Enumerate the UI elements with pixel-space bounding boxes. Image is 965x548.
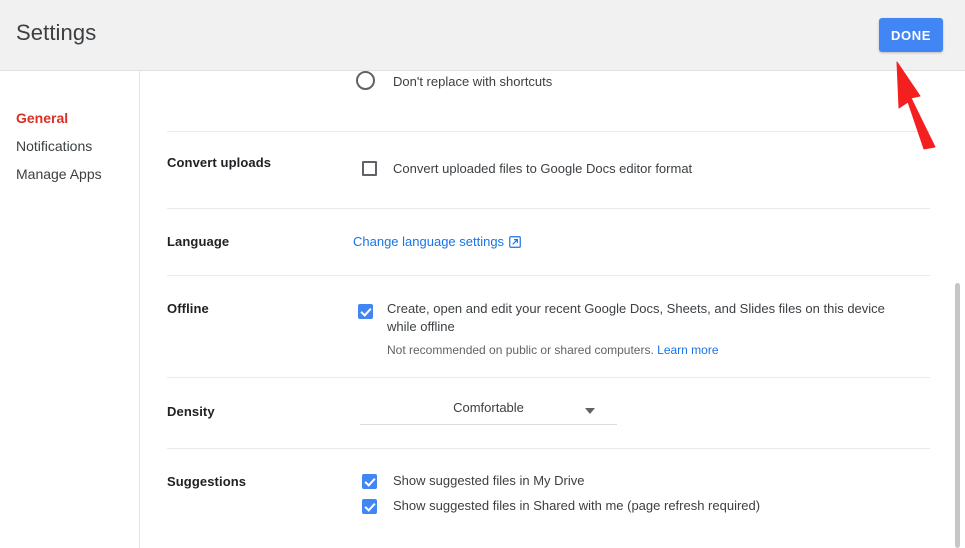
row-label-density: Density <box>167 404 215 419</box>
row-suggestion-shortcuts: Don't replace with shortcuts <box>141 71 965 132</box>
settings-dialog: Settings DONE General Notifications Mana… <box>0 0 965 548</box>
radio-dont-replace-with-shortcuts[interactable] <box>356 71 375 90</box>
option-label-suggestions-my-drive: Show suggested files in My Drive <box>393 473 585 488</box>
checkbox-offline[interactable] <box>358 304 373 319</box>
scrollbar-thumb[interactable] <box>955 283 960 548</box>
dialog-body: General Notifications Manage Apps Don't … <box>0 71 965 548</box>
row-convert-uploads: Convert uploads Convert uploaded files t… <box>141 131 965 209</box>
sidebar-item-general[interactable]: General <box>0 104 139 132</box>
checkbox-suggestions-my-drive[interactable] <box>362 474 377 489</box>
settings-sidebar: General Notifications Manage Apps <box>0 71 140 548</box>
settings-content: Don't replace with shortcuts Convert upl… <box>141 71 965 529</box>
option-label-suggestions-shared-with-me: Show suggested files in Shared with me (… <box>393 498 761 513</box>
row-label-suggestions: Suggestions <box>167 474 247 489</box>
done-button[interactable]: DONE <box>879 18 943 52</box>
row-label-convert-uploads: Convert uploads <box>167 155 272 170</box>
offline-learn-more-link[interactable]: Learn more <box>657 343 718 357</box>
row-offline: Offline Create, open and edit your recen… <box>141 276 965 378</box>
checkbox-suggestions-shared-with-me[interactable] <box>362 499 377 514</box>
change-language-settings-link[interactable]: Change language settings <box>353 233 521 253</box>
chevron-down-icon <box>585 408 595 414</box>
change-language-settings-label: Change language settings <box>353 234 505 249</box>
density-select[interactable]: Comfortable <box>360 396 617 425</box>
row-label-language: Language <box>167 234 230 249</box>
sidebar-item-notifications[interactable]: Notifications <box>0 132 139 160</box>
offline-note-text: Not recommended on public or shared comp… <box>387 343 654 357</box>
checkbox-convert-uploads[interactable] <box>362 161 377 176</box>
vertical-scrollbar[interactable] <box>950 71 965 548</box>
page-title: Settings <box>16 20 97 45</box>
dialog-header: Settings DONE <box>0 0 965 71</box>
row-suggestions: Suggestions Show suggested files in My D… <box>141 449 965 529</box>
external-link-icon <box>509 235 521 253</box>
offline-note: Not recommended on public or shared comp… <box>387 342 719 358</box>
settings-content-pane: Don't replace with shortcuts Convert upl… <box>141 71 965 548</box>
sidebar-item-manage-apps[interactable]: Manage Apps <box>0 160 139 188</box>
row-language: Language Change language settings <box>141 209 965 276</box>
row-label-offline: Offline <box>167 301 209 316</box>
row-density: Density Comfortable <box>141 378 965 449</box>
option-label-dont-replace-with-shortcuts: Don't replace with shortcuts <box>393 74 553 89</box>
option-label-convert-uploads: Convert uploaded files to Google Docs ed… <box>393 161 693 176</box>
option-label-offline: Create, open and edit your recent Google… <box>387 301 885 334</box>
density-select-value: Comfortable <box>453 400 524 415</box>
